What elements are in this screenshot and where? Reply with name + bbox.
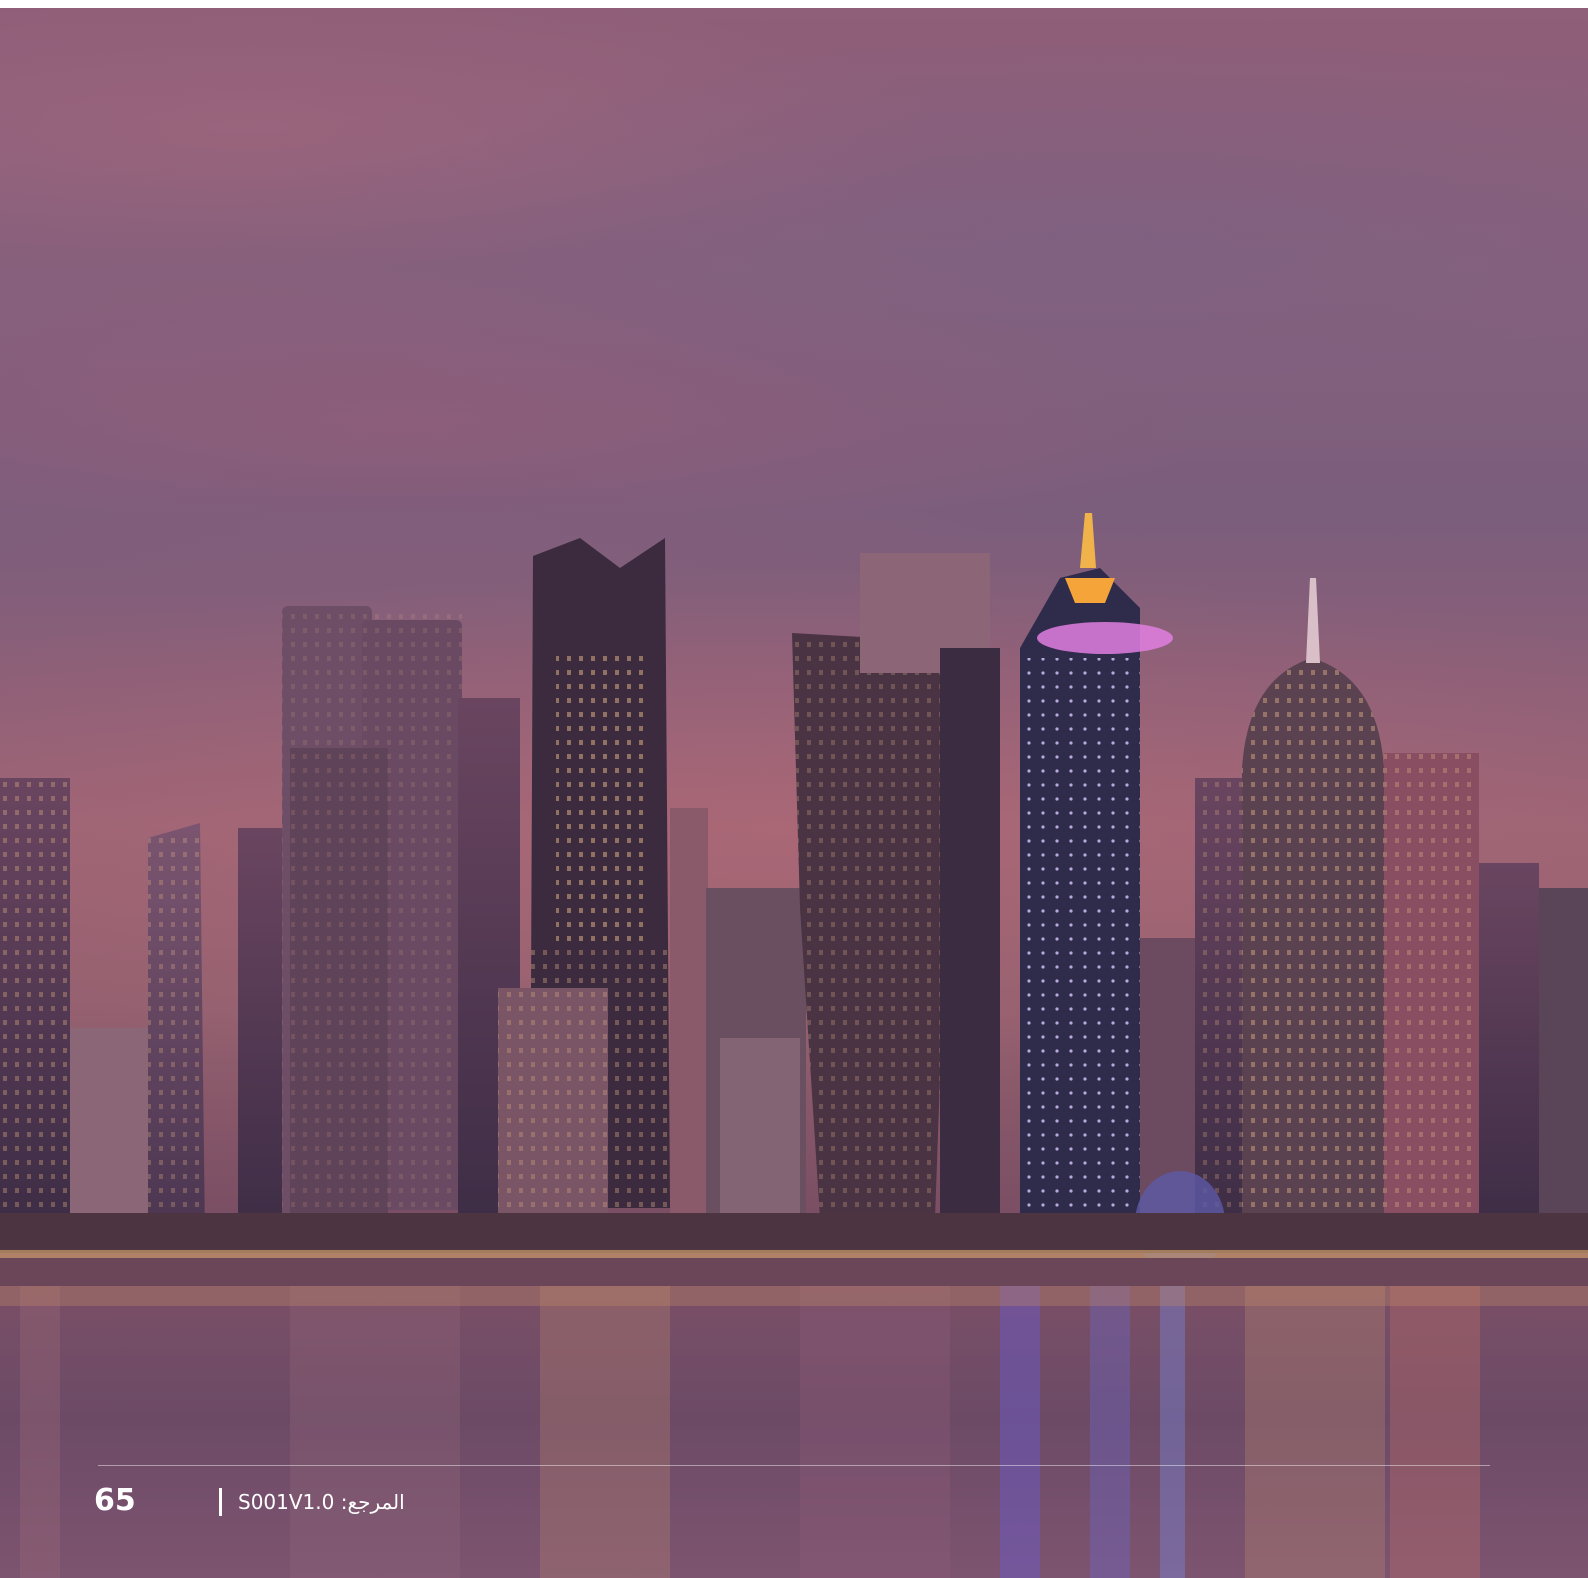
- water-reflection: [0, 1286, 1588, 1578]
- footer-divider: [98, 1465, 1490, 1466]
- reflection-icon: [0, 1286, 1588, 1578]
- document-reference: المرجع: S001V1.0: [238, 1490, 405, 1514]
- page-number: 65: [94, 1483, 136, 1518]
- document-page: 65 المرجع: S001V1.0: [0, 8, 1588, 1578]
- footer-separator-bar: [219, 1488, 222, 1516]
